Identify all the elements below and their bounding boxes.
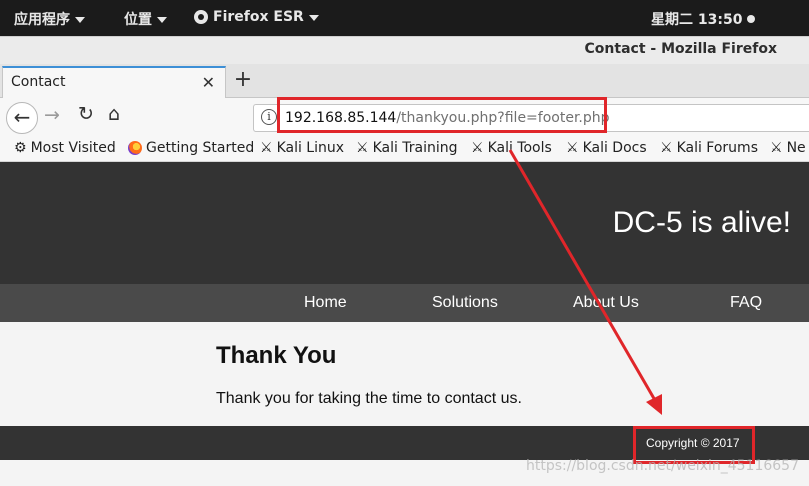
forward-button[interactable]: → (44, 104, 60, 126)
bookmark-label: Most Visited (30, 140, 116, 156)
applications-menu-label: 应用程序 (14, 12, 70, 28)
places-menu[interactable]: 位置 (124, 9, 167, 29)
bookmark-label: Getting Started (146, 140, 255, 156)
chevron-down-icon (75, 17, 85, 23)
forward-arrow-icon: → (44, 104, 60, 126)
recording-indicator-icon (747, 15, 756, 23)
bookmark-ne[interactable]: ⚔ Ne (770, 140, 806, 156)
screen: 应用程序 位置 Firefox ESR 星期二 13:50 Contact - … (0, 0, 809, 486)
gear-icon: ⚙ (14, 140, 27, 156)
bookmarks-toolbar: ⚙ Most Visited Getting Started ⚔ Kali Li… (0, 136, 809, 162)
bookmark-label: Kali Forums (676, 140, 758, 156)
clock-label: 星期二 13:50 (651, 12, 743, 28)
reload-button[interactable]: ↻ (78, 103, 94, 125)
home-button[interactable]: ⌂ (108, 103, 120, 125)
clock[interactable]: 星期二 13:50 (651, 9, 756, 29)
bookmark-kali-forums[interactable]: ⚔ Kali Forums (660, 140, 758, 156)
places-menu-label: 位置 (124, 12, 152, 28)
window-title: Contact - Mozilla Firefox (584, 41, 777, 57)
home-icon: ⌂ (108, 103, 121, 125)
kali-dragon-icon: ⚔ (356, 140, 369, 156)
nav-link-home[interactable]: Home (304, 294, 347, 312)
close-icon[interactable]: ✕ (202, 73, 215, 92)
back-arrow-icon: ← (13, 105, 31, 129)
main-content: Thank You Thank you for taking the time … (0, 322, 809, 426)
tab-strip: Contact ✕ + (0, 64, 809, 98)
kali-dragon-icon: ⚔ (471, 140, 484, 156)
chevron-down-icon (157, 17, 167, 23)
system-top-bar: 应用程序 位置 Firefox ESR 星期二 13:50 (0, 0, 809, 36)
bookmark-label: Kali Tools (487, 140, 552, 156)
firefox-icon (194, 10, 208, 24)
bookmark-label: Kali Training (372, 140, 458, 156)
back-button[interactable]: ← (6, 102, 38, 134)
new-tab-button[interactable]: + (232, 67, 254, 92)
bookmark-kali-linux[interactable]: ⚔ Kali Linux (260, 140, 344, 156)
kali-dragon-icon: ⚔ (260, 140, 273, 156)
applications-menu[interactable]: 应用程序 (14, 9, 85, 29)
bookmark-kali-training[interactable]: ⚔ Kali Training (356, 140, 458, 156)
bookmark-label: Kali Docs (582, 140, 647, 156)
reload-icon: ↻ (78, 103, 94, 125)
bookmark-kali-tools[interactable]: ⚔ Kali Tools (471, 140, 552, 156)
bookmark-kali-docs[interactable]: ⚔ Kali Docs (566, 140, 647, 156)
firefox-icon (128, 141, 142, 155)
url-highlight-box (277, 97, 607, 133)
thank-you-message: Thank you for taking the time to contact… (216, 390, 522, 407)
bookmark-label: Kali Linux (276, 140, 345, 156)
firefox-app-menu[interactable]: Firefox ESR (194, 9, 319, 25)
nav-link-faq[interactable]: FAQ (730, 294, 762, 312)
site-title: DC-5 is alive! (612, 206, 791, 239)
kali-dragon-icon: ⚔ (566, 140, 579, 156)
firefox-app-menu-label: Firefox ESR (213, 9, 304, 25)
bookmark-most-visited[interactable]: ⚙ Most Visited (14, 140, 116, 156)
tab-contact[interactable]: Contact ✕ (2, 66, 226, 98)
kali-dragon-icon: ⚔ (770, 140, 783, 156)
nav-link-about-us[interactable]: About Us (573, 294, 639, 312)
page-heading: Thank You (216, 342, 337, 369)
tab-label: Contact (11, 74, 66, 90)
bookmark-label: Ne (786, 140, 806, 156)
bookmark-getting-started[interactable]: Getting Started (128, 140, 254, 156)
site-header: DC-5 is alive! (0, 162, 809, 284)
site-info-icon[interactable]: i (261, 109, 277, 125)
watermark: https://blog.csdn.net/weixin_45116657 (525, 458, 799, 474)
window-title-bar[interactable]: Contact - Mozilla Firefox (0, 36, 809, 64)
chevron-down-icon (308, 15, 319, 21)
kali-dragon-icon: ⚔ (660, 140, 673, 156)
site-navigation: Home Solutions About Us FAQ (0, 284, 809, 322)
nav-link-solutions[interactable]: Solutions (432, 294, 498, 312)
